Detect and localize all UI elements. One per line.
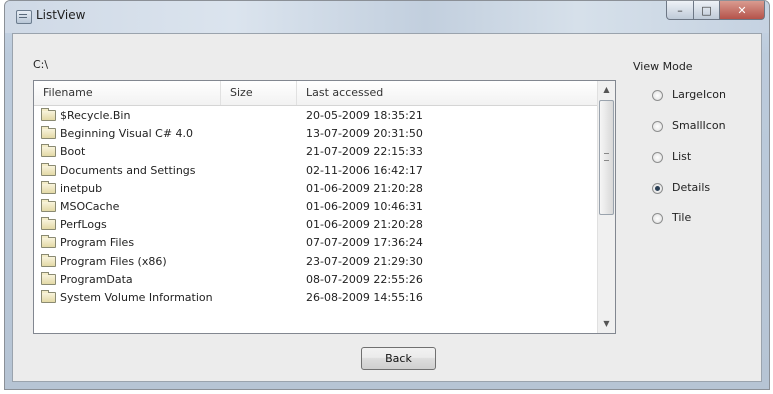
radio-button-icon[interactable] (652, 213, 663, 224)
column-header-filename[interactable]: Filename (34, 81, 221, 105)
radio-button-selected-icon[interactable] (652, 183, 663, 194)
maximize-button[interactable]: □ (694, 1, 720, 20)
cell-filename: ProgramData (60, 272, 133, 286)
vertical-scrollbar[interactable]: ▲ ▼ (597, 81, 615, 333)
cell-filename: Beginning Visual C# 4.0 (60, 127, 194, 141)
caption-buttons: – □ ✕ (666, 1, 765, 21)
folder-icon (41, 162, 56, 176)
listview-rows: $Recycle.Bin 20-05-2009 18:35:21 Beginning… (34, 107, 597, 307)
cell-filename: MSOCache (60, 199, 120, 213)
cell-filename: inetpub (60, 181, 103, 195)
radio-label[interactable]: Tile (672, 211, 691, 224)
cell-filename: System Volume Information (60, 290, 213, 304)
list-item[interactable]: Beginning Visual C# 4.0 13-07-2009 20:31:… (34, 125, 597, 143)
list-item[interactable]: Documents and Settings 02-11-2006 16:42:1… (34, 162, 597, 180)
cell-last-accessed: 21-07-2009 22:15:33 (306, 145, 423, 159)
scroll-up-arrow-icon[interactable]: ▲ (599, 82, 614, 98)
file-listview[interactable]: Filename Size Last accessed $Recycle.Bin… (33, 80, 616, 334)
folder-icon (41, 271, 56, 285)
cell-last-accessed: 13-07-2009 20:31:50 (306, 127, 423, 141)
column-header-size[interactable]: Size (221, 81, 297, 105)
cell-filename: Program Files (60, 236, 135, 250)
window-title: ListView (36, 8, 86, 22)
list-item[interactable]: $Recycle.Bin 20-05-2009 18:35:21 (34, 107, 597, 125)
list-item[interactable]: inetpub 01-06-2009 21:20:28 (34, 180, 597, 198)
view-mode-label: View Mode (633, 60, 693, 73)
client-area: C:\ Filename Size Last accessed $Recycle… (12, 33, 762, 382)
folder-icon (41, 108, 56, 121)
radio-label[interactable]: LargeIcon (672, 88, 726, 101)
close-button[interactable]: ✕ (720, 1, 765, 20)
radio-button-icon[interactable] (652, 90, 663, 101)
folder-icon (41, 180, 56, 194)
list-item[interactable]: Program Files 07-07-2009 17:36:24 (34, 234, 597, 252)
cell-last-accessed: 01-06-2009 10:46:31 (306, 199, 423, 213)
folder-icon (41, 235, 56, 249)
cell-last-accessed: 20-05-2009 18:35:21 (306, 109, 423, 122)
folder-icon (41, 289, 56, 303)
radio-label[interactable]: SmallIcon (672, 119, 726, 132)
folder-icon (41, 253, 56, 267)
minimize-button[interactable]: – (666, 1, 694, 20)
list-item[interactable]: Boot 21-07-2009 22:15:33 (34, 143, 597, 161)
folder-icon (41, 217, 56, 231)
folder-icon (41, 144, 56, 158)
cell-last-accessed: 07-07-2009 17:36:24 (306, 236, 423, 250)
radio-button-icon[interactable] (652, 121, 663, 132)
folder-icon (41, 126, 56, 140)
cell-filename: PerfLogs (60, 218, 107, 232)
cell-last-accessed: 23-07-2009 21:29:30 (306, 254, 423, 268)
cell-filename: Documents and Settings (60, 163, 196, 177)
back-button[interactable]: Back (361, 347, 436, 370)
list-item[interactable]: ProgramData 08-07-2009 22:55:26 (34, 271, 597, 289)
radio-button-icon[interactable] (652, 152, 663, 163)
cell-last-accessed: 02-11-2006 16:42:17 (306, 163, 423, 177)
listview-header: Filename Size Last accessed (34, 81, 597, 106)
scrollbar-thumb[interactable] (599, 100, 614, 215)
list-item[interactable]: PerfLogs 01-06-2009 21:20:28 (34, 216, 597, 234)
radio-label[interactable]: List (672, 150, 691, 163)
cell-last-accessed: 08-07-2009 22:55:26 (306, 272, 423, 286)
cell-last-accessed: 26-08-2009 14:55:16 (306, 290, 423, 304)
list-item[interactable]: System Volume Information 26-08-2009 14:5… (34, 289, 597, 307)
column-header-last-accessed[interactable]: Last accessed (297, 81, 597, 105)
current-path-label: C:\ (33, 58, 49, 71)
scroll-down-arrow-icon[interactable]: ▼ (599, 316, 614, 332)
cell-filename: $Recycle.Bin (60, 109, 131, 122)
window-app-icon (16, 10, 32, 24)
cell-last-accessed: 01-06-2009 21:20:28 (306, 218, 423, 232)
list-item[interactable]: Program Files (x86) 23-07-2009 21:29:30 (34, 253, 597, 271)
cell-filename: Program Files (x86) (60, 254, 167, 268)
cell-filename: Boot (60, 145, 86, 159)
folder-icon (41, 198, 56, 212)
title-bar[interactable]: ListView – □ ✕ (5, 1, 769, 33)
radio-label[interactable]: Details (672, 181, 710, 194)
cell-last-accessed: 01-06-2009 21:20:28 (306, 181, 423, 195)
listview-window: ListView – □ ✕ C:\ Filename Size Last ac… (4, 0, 770, 390)
list-item[interactable]: MSOCache 01-06-2009 10:46:31 (34, 198, 597, 216)
